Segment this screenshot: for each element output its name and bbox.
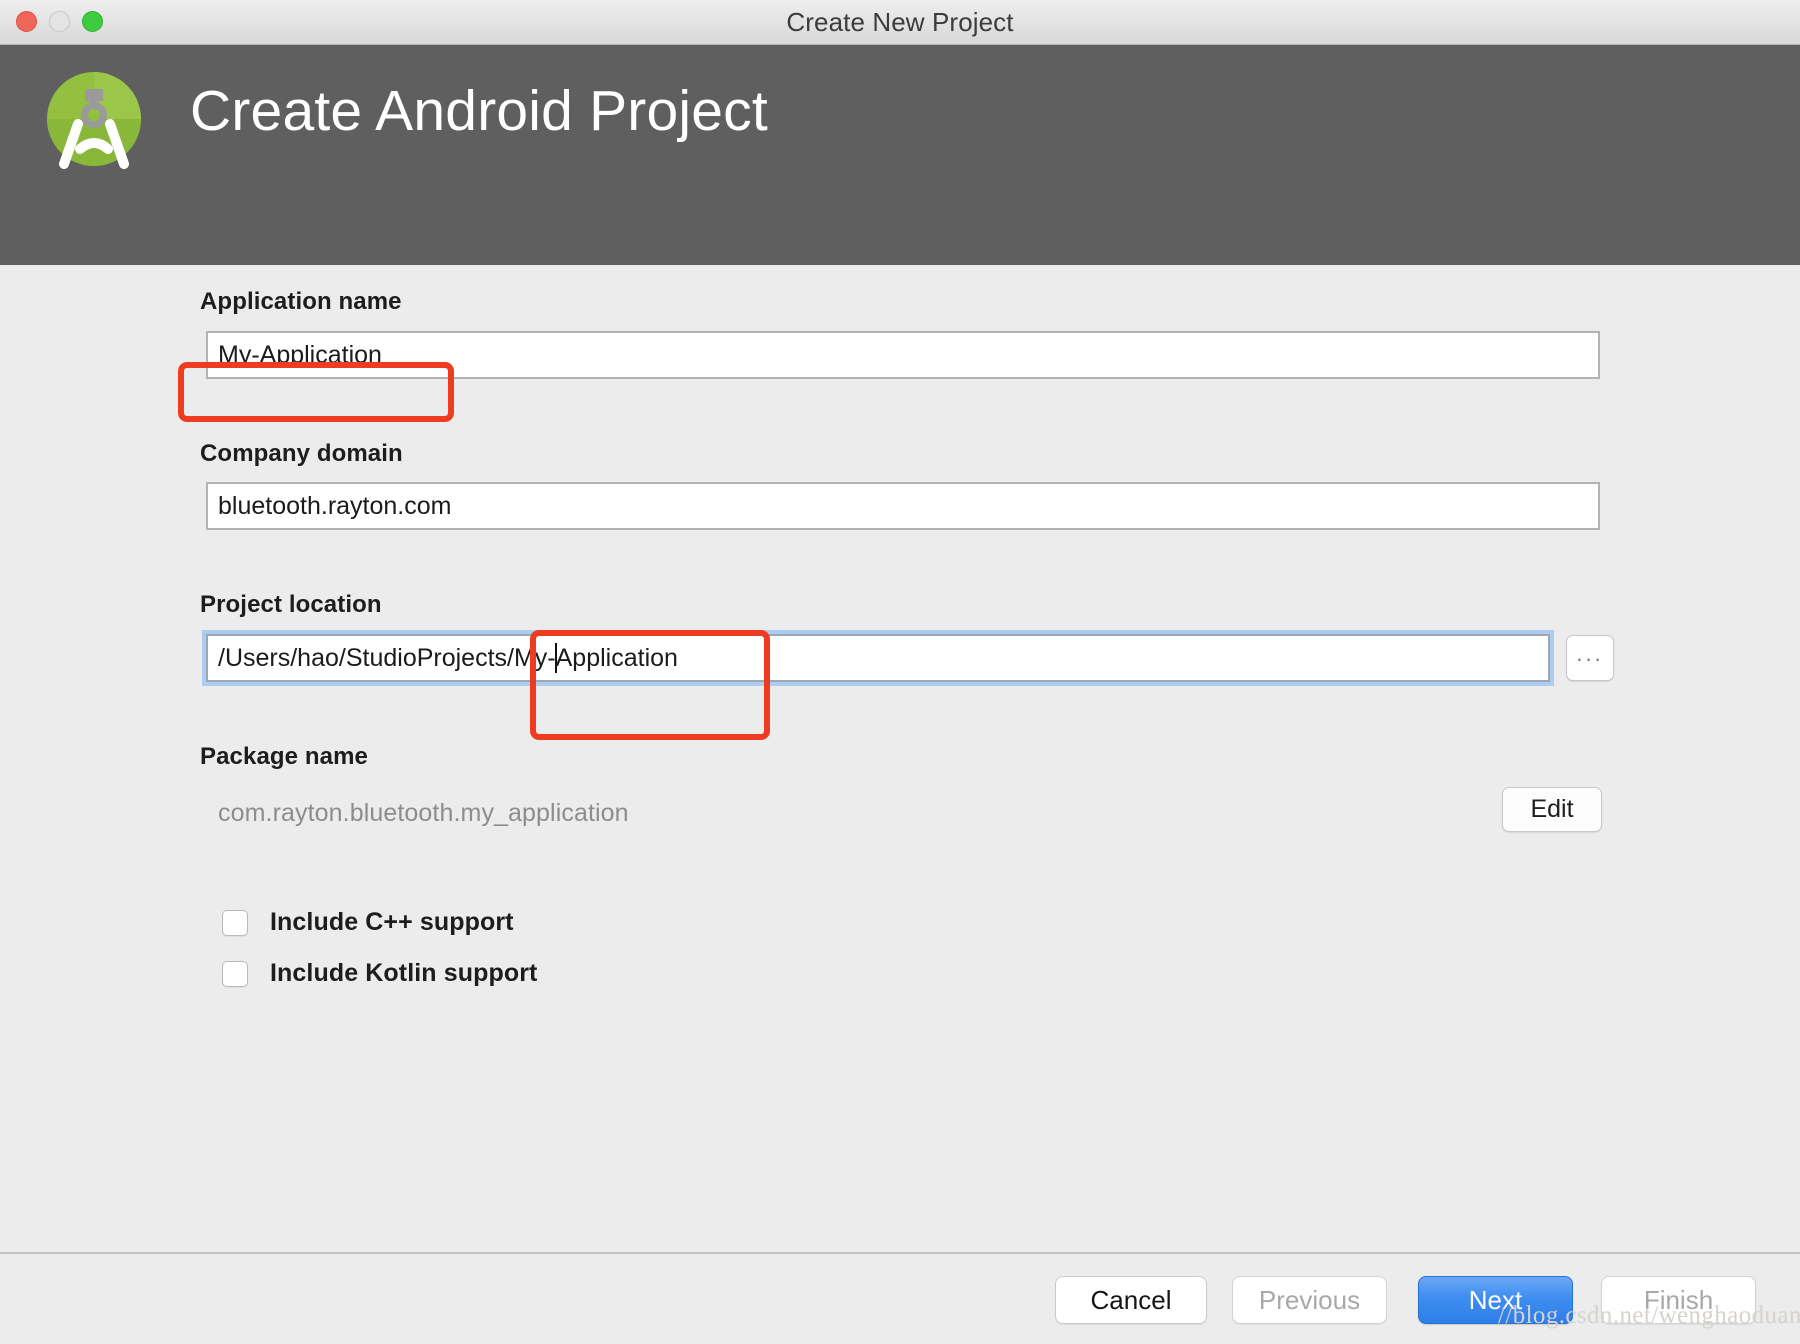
company-domain-label: Company domain	[200, 440, 403, 467]
project-location-value-tail: Application	[555, 643, 678, 672]
previous-button[interactable]: Previous	[1232, 1276, 1387, 1324]
window-title: Create New Project	[786, 7, 1014, 37]
next-button[interactable]: Next	[1418, 1276, 1573, 1324]
wizard-body: Application name My-Application Company …	[0, 265, 1800, 1252]
wizard-banner: Create Android Project	[0, 45, 1800, 265]
include-kotlin-support-checkbox[interactable]	[222, 960, 248, 987]
project-location-label: Project location	[200, 591, 382, 618]
application-name-input[interactable]: My-Application	[206, 331, 1600, 379]
edit-package-name-button[interactable]: Edit	[1502, 787, 1602, 832]
finish-button[interactable]: Finish	[1601, 1276, 1756, 1324]
project-location-input[interactable]: /Users/hao/StudioProjects/My- Application	[202, 630, 1554, 686]
include-kotlin-support-row[interactable]: Include Kotlin support	[222, 959, 537, 988]
package-name-label: Package name	[200, 743, 368, 770]
browse-folder-button[interactable]: ...	[1566, 635, 1614, 681]
project-location-value-head: /Users/hao/StudioProjects/My-	[218, 643, 556, 672]
company-domain-input[interactable]: bluetooth.rayton.com	[206, 482, 1600, 530]
include-cpp-support-label: Include C++ support	[270, 908, 514, 936]
include-cpp-support-checkbox[interactable]	[222, 909, 248, 936]
window-titlebar: Create New Project	[0, 0, 1800, 45]
package-name-value: com.rayton.bluetooth.my_application	[218, 799, 629, 827]
page-title: Create Android Project	[190, 79, 768, 143]
cancel-button[interactable]: Cancel	[1055, 1276, 1207, 1324]
include-kotlin-support-label: Include Kotlin support	[270, 959, 538, 987]
application-name-label: Application name	[200, 288, 402, 315]
android-studio-logo-icon	[47, 72, 141, 169]
include-cpp-support-row[interactable]: Include C++ support	[222, 908, 514, 937]
